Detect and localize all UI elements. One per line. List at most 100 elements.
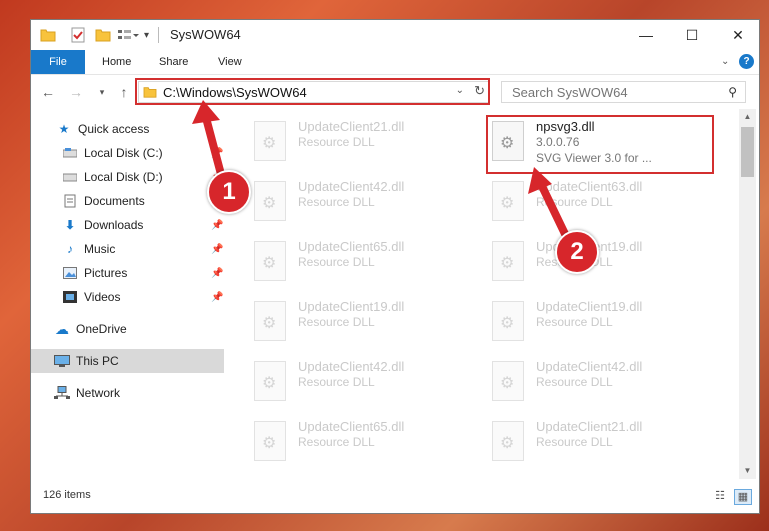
item-count: 126 items (43, 489, 91, 501)
search-icon[interactable]: ⚲ (728, 85, 737, 99)
minimize-button[interactable]: — (623, 20, 669, 50)
dll-file-icon (254, 301, 286, 341)
file-description: Resource DLL (536, 315, 613, 329)
file-name: UpdateClient63.dll (536, 179, 643, 194)
navigation-pane: ★ Quick access Local Disk (C:) 📌 Local D… (31, 109, 224, 479)
file-tile[interactable]: UpdateClient19.dll Resource DLL (462, 297, 692, 353)
dll-file-icon (254, 421, 286, 461)
vertical-scrollbar[interactable]: ▲ ▼ (739, 109, 756, 479)
file-tile[interactable]: UpdateClient42.dll Resource DLL (224, 357, 454, 413)
sidebar-item-this-pc[interactable]: This PC (31, 349, 224, 373)
file-name: UpdateClient19.dll (536, 299, 643, 314)
sidebar-item-onedrive[interactable]: ☁ OneDrive (31, 317, 224, 341)
file-name: UpdateClient42.dll (536, 359, 643, 374)
file-description: Resource DLL (298, 435, 375, 449)
pin-icon[interactable]: 📌 (211, 268, 223, 279)
videos-icon (62, 289, 78, 305)
close-icon: ✕ (732, 26, 744, 43)
sidebar-item-network[interactable]: Network (31, 381, 224, 405)
tab-view[interactable]: View (218, 50, 242, 74)
sidebar-item-label: Local Disk (D:) (84, 170, 163, 184)
file-highlight (486, 115, 714, 174)
cloud-icon: ☁ (55, 320, 69, 337)
file-description: Resource DLL (298, 255, 375, 269)
pin-icon[interactable]: 📌 (211, 244, 223, 255)
file-description: Resource DLL (536, 375, 613, 389)
file-tile[interactable]: UpdateClient42.dll Resource DLL (224, 177, 454, 233)
forward-arrow-icon[interactable]: → (67, 83, 85, 101)
tab-home[interactable]: Home (102, 50, 131, 74)
file-tile[interactable]: UpdateClient21.dll Resource DLL (462, 417, 692, 473)
scroll-down-icon[interactable]: ▼ (739, 463, 756, 479)
pin-icon[interactable]: 📌 (211, 148, 223, 159)
chevron-down-icon[interactable]: ▾ (93, 83, 111, 101)
pin-icon[interactable]: 📌 (211, 292, 223, 303)
scroll-thumb[interactable] (741, 127, 754, 177)
file-name: UpdateClient42.dll (298, 359, 405, 374)
chevron-down-icon[interactable]: ⌄ (721, 50, 729, 74)
sidebar-item-documents[interactable]: Documents 📌 (31, 189, 224, 213)
maximize-button[interactable]: ☐ (669, 20, 715, 50)
dll-file-icon (492, 181, 524, 221)
help-icon[interactable]: ? (739, 54, 754, 69)
sidebar-item-label: Documents (84, 194, 145, 208)
chevron-down-icon[interactable]: ▾ (144, 26, 149, 44)
up-arrow-icon[interactable]: ↑ (115, 83, 133, 101)
back-arrow-icon[interactable]: ← (39, 83, 57, 101)
dll-file-icon (492, 421, 524, 461)
tab-file[interactable]: File (31, 50, 85, 74)
status-bar: 126 items ☷ ▦ (31, 486, 759, 510)
file-tile[interactable]: UpdateClient63.dll Resource DLL (462, 177, 692, 233)
file-name: UpdateClient65.dll (298, 419, 405, 434)
sidebar-item-label: Pictures (84, 266, 128, 280)
file-tile[interactable]: UpdateClient42.dll Resource DLL (462, 357, 692, 413)
file-description: Resource DLL (536, 435, 613, 449)
documents-icon (62, 193, 78, 209)
file-tile[interactable]: UpdateClient65.dll Resource DLL (224, 417, 454, 473)
sidebar-item-downloads[interactable]: ⬇ Downloads 📌 (31, 213, 224, 237)
minimize-icon: — (639, 27, 653, 43)
file-name: UpdateClient21.dll (298, 119, 405, 134)
file-description: Resource DLL (298, 135, 375, 149)
customize-icon[interactable] (117, 26, 139, 44)
downloads-icon: ⬇ (64, 218, 76, 232)
address-highlight (135, 78, 490, 105)
folder-icon[interactable] (40, 26, 56, 44)
file-description: Resource DLL (298, 375, 375, 389)
sidebar-item-local-disk-d[interactable]: Local Disk (D:) 📌 (31, 165, 224, 189)
search-input[interactable] (510, 83, 714, 101)
dll-file-icon (254, 361, 286, 401)
file-tile[interactable]: UpdateClient65.dll Resource DLL (224, 237, 454, 293)
close-button[interactable]: ✕ (715, 20, 761, 50)
maximize-icon: ☐ (685, 26, 699, 43)
sidebar-item-music[interactable]: ♪ Music 📌 (31, 237, 224, 261)
properties-icon[interactable] (71, 26, 85, 44)
details-view-icon[interactable]: ☷ (712, 489, 728, 503)
scroll-up-icon[interactable]: ▲ (739, 109, 756, 125)
sidebar-item-quick-access[interactable]: ★ Quick access (31, 117, 224, 141)
tiles-view-icon[interactable]: ▦ (734, 489, 752, 505)
sidebar-item-label: Quick access (78, 122, 150, 136)
sidebar-item-videos[interactable]: Videos 📌 (31, 285, 224, 309)
title-bar: ▾ SysWOW64 — ☐ ✕ (31, 20, 759, 50)
sidebar-item-pictures[interactable]: Pictures 📌 (31, 261, 224, 285)
file-description: Resource DLL (536, 195, 613, 209)
sidebar-item-local-disk-c[interactable]: Local Disk (C:) 📌 (31, 141, 224, 165)
dll-file-icon (254, 241, 286, 281)
new-folder-icon[interactable] (95, 26, 111, 44)
search-box[interactable]: ⚲ (501, 81, 746, 103)
file-tile[interactable]: UpdateClient19.dll Resource DLL (224, 297, 454, 353)
step-badge-2: 2 (555, 230, 599, 274)
file-tile[interactable]: UpdateClient21.dll Resource DLL (224, 117, 454, 173)
step-badge-1: 1 (207, 170, 251, 214)
drive-icon (62, 145, 78, 161)
sidebar-item-label: This PC (76, 354, 119, 368)
dll-file-icon (492, 301, 524, 341)
dll-file-icon (254, 181, 286, 221)
pictures-icon (62, 265, 78, 281)
file-name: UpdateClient21.dll (536, 419, 643, 434)
sidebar-item-label: Downloads (84, 218, 144, 232)
computer-icon (54, 353, 70, 369)
pin-icon[interactable]: 📌 (211, 220, 223, 231)
tab-share[interactable]: Share (159, 50, 188, 74)
